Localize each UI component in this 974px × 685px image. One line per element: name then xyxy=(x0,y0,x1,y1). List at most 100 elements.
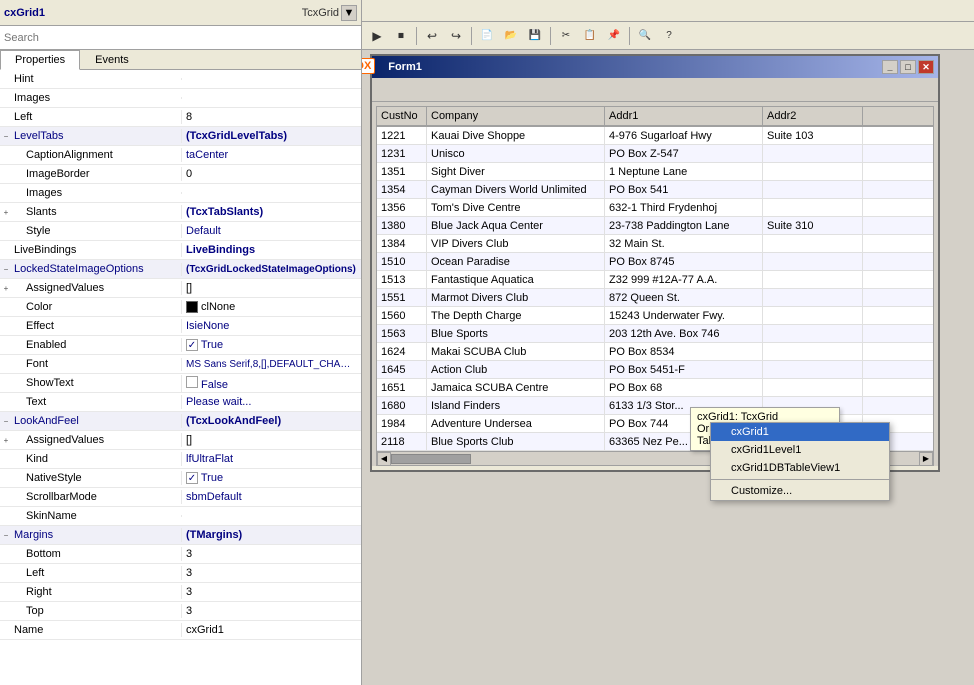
component-type: TcxGrid xyxy=(302,7,339,19)
table-row[interactable]: 1551 Marmot Divers Club 872 Queen St. xyxy=(377,289,933,307)
showtext-checkbox[interactable] xyxy=(186,376,198,388)
cell-custno: 1221 xyxy=(377,127,427,144)
tb-sep1 xyxy=(416,27,417,45)
cell-custno: 1551 xyxy=(377,289,427,306)
prop-assignedvalues2: + AssignedValues [] xyxy=(0,431,361,450)
prop-left: Left 8 xyxy=(0,108,361,127)
group-header xyxy=(372,78,938,102)
cell-custno: 2118 xyxy=(377,433,427,450)
ctx-cxgrid1level1[interactable]: cxGrid1Level1 xyxy=(711,441,889,459)
cell-addr2 xyxy=(763,163,863,180)
cell-addr1: 4-976 Sugarloaf Hwy xyxy=(605,127,763,144)
stop-button[interactable]: ⏹ xyxy=(390,25,412,47)
prop-leveltabs[interactable]: − LevelTabs (TcxGridLevelTabs) xyxy=(0,127,361,146)
copy-button[interactable]: 📋 xyxy=(579,25,601,47)
col-custno[interactable]: CustNo xyxy=(377,107,427,125)
cell-addr2 xyxy=(763,235,863,252)
prop-assignedvalues: + AssignedValues [] xyxy=(0,279,361,298)
cell-company: Tom's Dive Centre xyxy=(427,199,605,216)
cell-custno: 1354 xyxy=(377,181,427,198)
nativestyle-checkbox[interactable] xyxy=(186,472,198,484)
context-menu: cxGrid1 cxGrid1Level1 cxGrid1DBTableView… xyxy=(710,422,890,501)
table-row[interactable]: 1356 Tom's Dive Centre 632-1 Third Fryde… xyxy=(377,199,933,217)
prop-lockedstateimageoptions[interactable]: − LockedStateImageOptions (TcxGridLocked… xyxy=(0,260,361,279)
table-row[interactable]: 1354 Cayman Divers World Unlimited PO Bo… xyxy=(377,181,933,199)
maximize-button[interactable]: □ xyxy=(900,60,916,74)
tab-properties[interactable]: Properties xyxy=(0,50,80,70)
prop-top: Top 3 xyxy=(0,602,361,621)
data-grid: CustNo Company Addr1 Addr2 1221 Kauai Di… xyxy=(376,106,934,466)
property-tabs: Properties Events xyxy=(0,50,361,70)
cell-company: Island Finders xyxy=(427,397,605,414)
cell-custno: 1510 xyxy=(377,253,427,270)
cell-company: Adventure Undersea xyxy=(427,415,605,432)
cell-company: Jamaica SCUBA Centre xyxy=(427,379,605,396)
minimize-button[interactable]: _ xyxy=(882,60,898,74)
table-row[interactable]: 1563 Blue Sports 203 12th Ave. Box 746 xyxy=(377,325,933,343)
scroll-thumb[interactable] xyxy=(391,454,471,464)
paste-button[interactable]: 📌 xyxy=(603,25,625,47)
cell-addr1: 15243 Underwater Fwy. xyxy=(605,307,763,324)
table-row[interactable]: 1513 Fantastique Aquatica Z32 999 #12A-7… xyxy=(377,271,933,289)
prop-images2: Images xyxy=(0,184,361,203)
prop-bottom: Bottom 3 xyxy=(0,545,361,564)
component-dropdown[interactable]: ▼ xyxy=(341,5,357,21)
ctx-customize[interactable]: Customize... xyxy=(711,482,889,500)
prop-effect: Effect IsieNone xyxy=(0,317,361,336)
undo-button[interactable]: ↩ xyxy=(421,25,443,47)
help-button[interactable]: ? xyxy=(658,25,680,47)
prop-style: Style Default xyxy=(0,222,361,241)
open-button[interactable]: 📂 xyxy=(500,25,522,47)
table-row[interactable]: 1384 VIP Divers Club 32 Main St. xyxy=(377,235,933,253)
table-row[interactable]: 1624 Makai SCUBA Club PO Box 8534 xyxy=(377,343,933,361)
prop-lookandfeel[interactable]: − LookAndFeel (TcxLookAndFeel) xyxy=(0,412,361,431)
tab-events[interactable]: Events xyxy=(80,50,144,70)
search-input[interactable] xyxy=(4,32,357,44)
new-button[interactable]: 📄 xyxy=(476,25,498,47)
properties-area: Hint Images Left 8 − LevelTabs (TcxGridL… xyxy=(0,70,361,685)
cell-addr1: 203 12th Ave. Box 746 xyxy=(605,325,763,342)
cell-custno: 1651 xyxy=(377,379,427,396)
scroll-left[interactable]: ◀ xyxy=(377,452,391,466)
left-panel: cxGrid1 TcxGrid ▼ Properties Events Hint… xyxy=(0,0,362,685)
cell-addr2: Suite 103 xyxy=(763,127,863,144)
cell-addr2 xyxy=(763,199,863,216)
prop-margins[interactable]: − Margins (TMargins) xyxy=(0,526,361,545)
table-row[interactable]: 1510 Ocean Paradise PO Box 8745 xyxy=(377,253,933,271)
col-addr1[interactable]: Addr1 xyxy=(605,107,763,125)
search-button[interactable]: 🔍 xyxy=(634,25,656,47)
form-body: CustNo Company Addr1 Addr2 1221 Kauai Di… xyxy=(372,78,938,466)
component-name: cxGrid1 xyxy=(4,7,298,19)
cell-addr1: PO Box 541 xyxy=(605,181,763,198)
table-row[interactable]: 1645 Action Club PO Box 5451-F xyxy=(377,361,933,379)
col-company[interactable]: Company xyxy=(427,107,605,125)
table-row[interactable]: 1221 Kauai Dive Shoppe 4-976 Sugarloaf H… xyxy=(377,127,933,145)
cell-company: Ocean Paradise xyxy=(427,253,605,270)
cell-addr1: 32 Main St. xyxy=(605,235,763,252)
table-row[interactable]: 1231 Unisco PO Box Z-547 xyxy=(377,145,933,163)
cell-addr1: PO Box 5451-F xyxy=(605,361,763,378)
col-addr2[interactable]: Addr2 xyxy=(763,107,863,125)
table-row[interactable]: 1560 The Depth Charge 15243 Underwater F… xyxy=(377,307,933,325)
save-button[interactable]: 💾 xyxy=(524,25,546,47)
ctx-cxgrid1dbtableview1[interactable]: cxGrid1DBTableView1 xyxy=(711,459,889,477)
cell-custno: 1513 xyxy=(377,271,427,288)
run-button[interactable]: ▶ xyxy=(366,25,388,47)
table-row[interactable]: 1651 Jamaica SCUBA Centre PO Box 68 xyxy=(377,379,933,397)
close-button[interactable]: ✕ xyxy=(918,60,934,74)
prop-skinname: SkinName xyxy=(0,507,361,526)
prop-captionalignment: CaptionAlignment taCenter xyxy=(0,146,361,165)
redo-button[interactable]: ↪ xyxy=(445,25,467,47)
cell-custno: 1384 xyxy=(377,235,427,252)
cell-addr2 xyxy=(763,181,863,198)
scroll-right[interactable]: ▶ xyxy=(919,452,933,466)
table-row[interactable]: 1351 Sight Diver 1 Neptune Lane xyxy=(377,163,933,181)
ctx-cxgrid1[interactable]: cxGrid1 xyxy=(711,423,889,441)
table-row[interactable]: 1380 Blue Jack Aqua Center 23-738 Paddin… xyxy=(377,217,933,235)
enabled-checkbox[interactable] xyxy=(186,339,198,351)
cell-company: Marmot Divers Club xyxy=(427,289,605,306)
prop-livebindings: LiveBindings LiveBindings xyxy=(0,241,361,260)
cell-addr1: 23-738 Paddington Lane xyxy=(605,217,763,234)
cut-button[interactable]: ✂ xyxy=(555,25,577,47)
table-row[interactable]: 1680 Island Finders 6133 1/3 Stor... xyxy=(377,397,933,415)
